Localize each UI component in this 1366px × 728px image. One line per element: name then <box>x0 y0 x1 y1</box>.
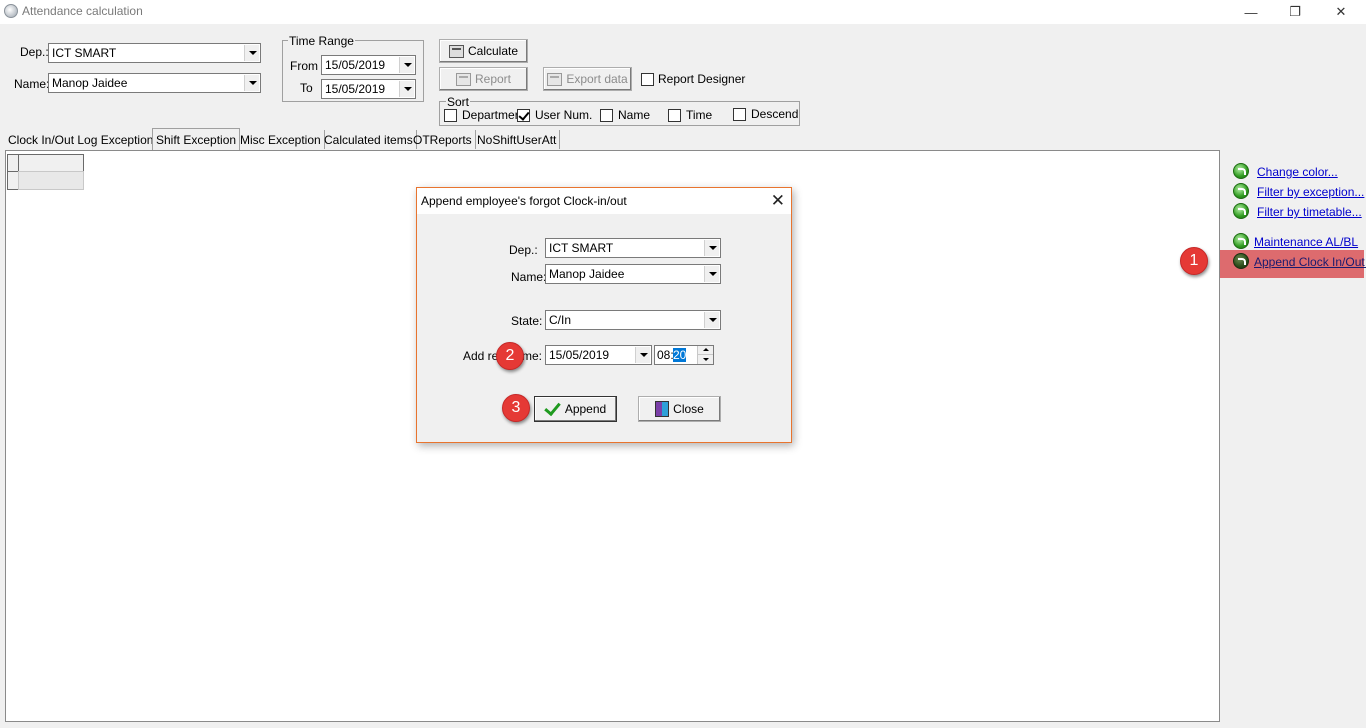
dialog-dep-value: ICT SMART <box>549 241 614 255</box>
dialog-name-value: Manop Jaidee <box>549 267 625 281</box>
step-marker-3: 3 <box>502 394 530 422</box>
sort-departmer-checkbox[interactable] <box>444 109 457 122</box>
append-forgot-clock-dialog: Append employee's forgot Clock-in/out ✕ … <box>416 187 792 443</box>
sort-departmer-label: Departmer <box>462 108 519 122</box>
report-button[interactable]: Report <box>439 67 528 91</box>
dep-label: Dep.: <box>20 45 49 59</box>
dialog-dep-select[interactable]: ICT SMART <box>545 238 721 258</box>
dialog-date-value: 15/05/2019 <box>549 348 610 362</box>
door-exit-icon <box>655 401 670 417</box>
grid-header-cell[interactable] <box>18 154 84 172</box>
time-minute-selected: 20 <box>673 348 687 362</box>
tab-misc-exception[interactable]: Misc Exception <box>237 130 325 149</box>
report-designer-checkbox[interactable] <box>641 73 654 86</box>
green-arrow-icon <box>1233 203 1249 219</box>
minimize-icon[interactable]: — <box>1228 0 1274 24</box>
dep-select-value: ICT SMART <box>52 46 117 60</box>
window-title: Attendance calculation <box>22 4 143 18</box>
dialog-time-input[interactable]: 08: 20 <box>654 345 714 365</box>
sort-descend-label: Descend <box>751 107 799 121</box>
green-arrow-icon <box>1233 233 1249 249</box>
dialog-title: Append employee's forgot Clock-in/out <box>421 194 627 208</box>
chevron-down-icon[interactable] <box>399 81 414 97</box>
sort-user-num-checkbox[interactable] <box>517 109 530 122</box>
calculate-button[interactable]: Calculate <box>439 39 528 63</box>
sort-time-label: Time <box>686 108 713 122</box>
dialog-close-icon[interactable]: ✕ <box>771 191 785 211</box>
sort-user-num-label: User Num. <box>535 108 593 122</box>
name-select-value: Manop Jaidee <box>52 76 128 90</box>
export-data-button[interactable]: Export data <box>543 67 632 91</box>
report-designer-label: Report Designer <box>658 72 746 86</box>
close-icon[interactable]: ✕ <box>1318 0 1364 24</box>
close-button[interactable]: Close <box>638 396 721 422</box>
report-label: Report <box>474 72 512 86</box>
app-icon <box>4 4 18 18</box>
link-change-color[interactable]: Change color... <box>1257 165 1338 179</box>
time-hour: 08: <box>657 348 674 362</box>
to-label: To <box>300 81 313 95</box>
dialog-state-value: C/In <box>549 313 572 327</box>
chevron-down-icon[interactable] <box>704 240 719 256</box>
dialog-state-label: State: <box>511 314 543 328</box>
sort-time-checkbox[interactable] <box>668 109 681 122</box>
dialog-name-label: Name: <box>511 270 547 284</box>
chevron-down-icon[interactable] <box>244 75 259 91</box>
to-date-value: 15/05/2019 <box>325 82 386 96</box>
time-spinner[interactable] <box>697 346 713 364</box>
tab-otreports[interactable]: OTReports <box>410 130 476 149</box>
chevron-down-icon[interactable] <box>704 312 719 328</box>
to-date-picker[interactable]: 15/05/2019 <box>321 79 416 99</box>
restore-icon[interactable]: ❐ <box>1272 0 1318 24</box>
dialog-add-time-label-right: me: <box>522 349 543 363</box>
dialog-date-picker[interactable]: 15/05/2019 <box>545 345 652 365</box>
chevron-down-icon[interactable] <box>244 45 259 61</box>
from-label: From <box>290 59 318 73</box>
chevron-down-icon[interactable] <box>704 266 719 282</box>
sort-descend-checkbox[interactable] <box>733 108 746 121</box>
tab-noshiftuseratt[interactable]: NoShiftUserAtt <box>474 130 561 149</box>
close-label: Close <box>673 402 704 416</box>
name-select[interactable]: Manop Jaidee <box>48 73 261 93</box>
green-arrow-icon <box>1233 163 1249 179</box>
dialog-add-time-label-left: Add re <box>463 349 499 363</box>
spin-up-icon[interactable] <box>698 346 713 355</box>
link-filter-by-exception[interactable]: Filter by exception... <box>1257 185 1364 199</box>
title-bar: Attendance calculation — ❐ ✕ <box>0 0 1366 24</box>
time-range-title: Time Range <box>288 34 355 48</box>
dialog-dep-label: Dep.: <box>509 243 538 257</box>
name-label: Name: <box>14 77 50 91</box>
calculate-label: Calculate <box>467 44 519 58</box>
link-append-clock-in-out[interactable]: Append Clock In/Out l <box>1254 255 1366 269</box>
green-arrow-icon <box>1233 253 1249 269</box>
sort-name-label: Name <box>618 108 651 122</box>
sort-title: Sort <box>446 95 471 109</box>
chevron-down-icon[interactable] <box>635 347 650 363</box>
append-label: Append <box>564 402 607 416</box>
grid-data-cell[interactable] <box>18 171 84 190</box>
step-marker-1: 1 <box>1180 247 1208 275</box>
dialog-title-bar: Append employee's forgot Clock-in/out ✕ <box>417 188 791 214</box>
spin-down-icon[interactable] <box>698 355 713 364</box>
step-marker-2: 2 <box>496 342 524 370</box>
from-date-picker[interactable]: 15/05/2019 <box>321 55 416 75</box>
checkmark-icon <box>545 404 561 414</box>
tab-shift-exception[interactable]: Shift Exception <box>152 128 241 150</box>
link-filter-by-timetable[interactable]: Filter by timetable... <box>1257 205 1362 219</box>
export-label: Export data <box>566 72 628 86</box>
dialog-state-select[interactable]: C/In <box>545 310 721 330</box>
link-maintenance-al-bl[interactable]: Maintenance AL/BL <box>1254 235 1358 249</box>
dialog-name-select[interactable]: Manop Jaidee <box>545 264 721 284</box>
export-icon <box>547 72 563 86</box>
tab-calculated-items[interactable]: Calculated items <box>321 130 417 149</box>
sort-name-checkbox[interactable] <box>600 109 613 122</box>
tab-clock-in-out-log-exceptions[interactable]: Clock In/Out Log Exceptions <box>5 130 164 149</box>
append-button[interactable]: Append <box>534 396 617 422</box>
report-icon <box>455 72 471 86</box>
calculator-icon <box>448 44 464 58</box>
from-date-value: 15/05/2019 <box>325 58 386 72</box>
dep-select[interactable]: ICT SMART <box>48 43 261 63</box>
green-arrow-icon <box>1233 183 1249 199</box>
chevron-down-icon[interactable] <box>399 57 414 73</box>
